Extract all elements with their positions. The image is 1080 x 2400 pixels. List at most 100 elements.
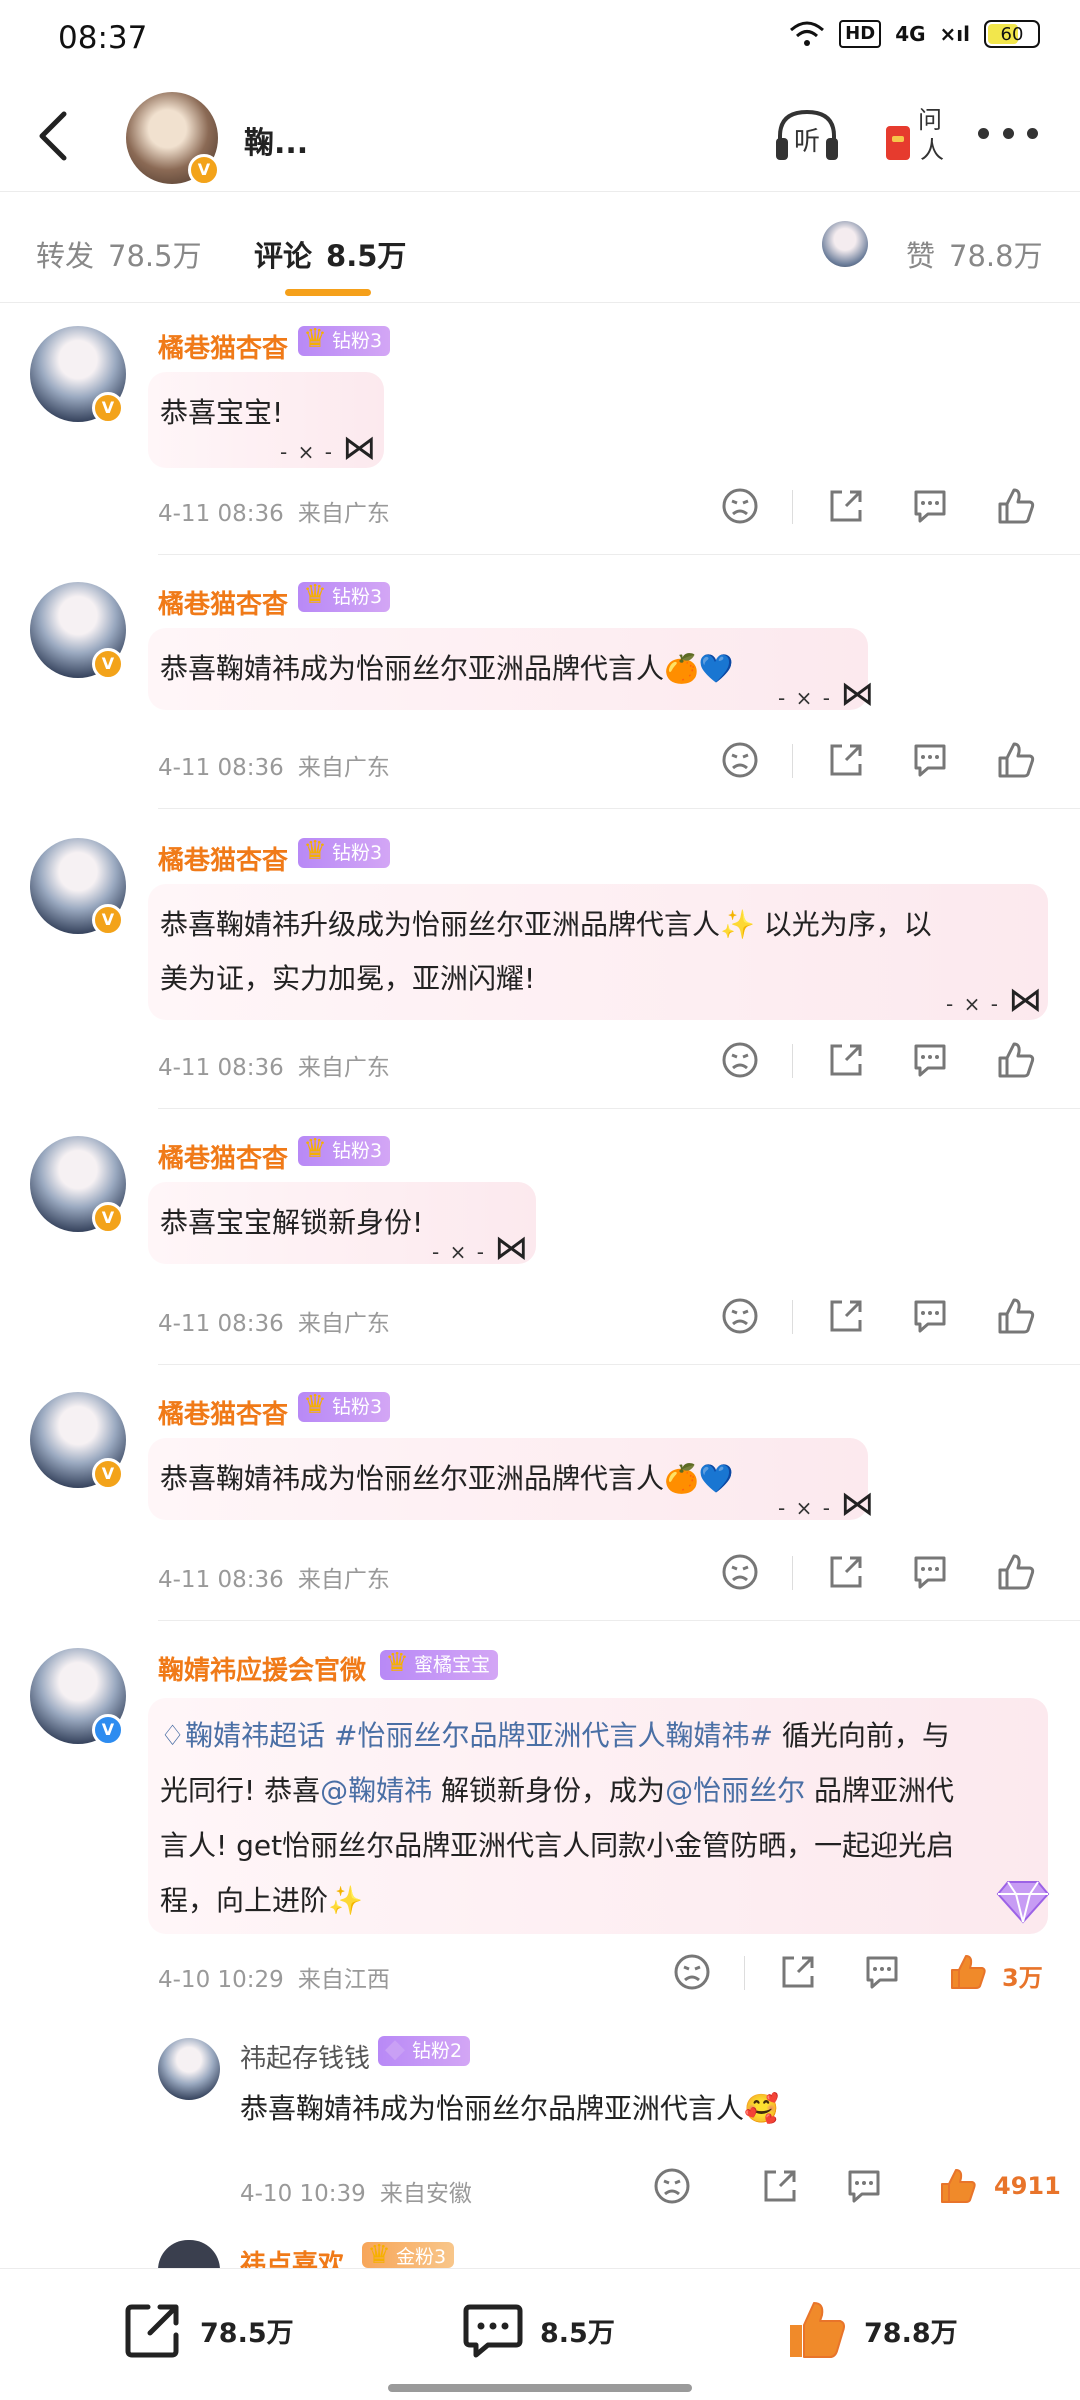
like-count: 3万 <box>1002 1964 1043 1992</box>
reply-user-name[interactable]: 祎点喜欢 <box>240 2244 344 2268</box>
share-icon[interactable] <box>826 486 866 526</box>
reply-user-name[interactable]: 祎起存钱钱 <box>240 2038 370 2075</box>
fan-level-badge[interactable]: ♛ 钻粉3 <box>298 1134 391 1166</box>
share-icon[interactable] <box>760 2166 800 2206</box>
comment-meta: 4-11 08:36 来自广东 <box>158 1311 390 1337</box>
crown-icon: ♛ <box>303 324 327 354</box>
post-tabs: 转发 78.5万 评论 8.5万 赞 78.8万 <box>0 193 1080 303</box>
reply-avatar[interactable] <box>158 2038 220 2100</box>
hd-icon: HD <box>839 20 882 48</box>
crown-icon: ♛ <box>303 1134 327 1164</box>
mention-link[interactable]: @怡丽丝尔 <box>665 1774 805 1807</box>
hashtag-link[interactable]: #怡丽丝尔品牌亚洲代言人鞠婧祎# <box>334 1719 773 1752</box>
verified-badge-icon: V <box>92 648 124 680</box>
home-indicator <box>388 2384 692 2392</box>
bow-decoration-icon: - × - ⋈ <box>280 428 379 468</box>
supertopic-link[interactable]: 鞠婧祎超话 <box>185 1719 325 1752</box>
share-icon[interactable] <box>826 740 866 780</box>
reply-comment-icon[interactable] <box>910 1040 950 1080</box>
reply-meta: 4-10 10:39 来自安徽 <box>240 2181 472 2207</box>
author-name[interactable]: 鞠... <box>244 118 308 162</box>
comment-meta: 4-11 08:36 来自广东 <box>158 1055 390 1081</box>
status-bar: 08:37 HD 4G ×ıl 60 <box>0 0 1080 80</box>
share-icon[interactable] <box>826 1296 866 1336</box>
diamond-gem-icon <box>996 1881 1050 1924</box>
commenter-name[interactable]: 橘巷猫杏杳 <box>158 328 288 365</box>
verified-badge-icon: V <box>92 1458 124 1490</box>
dislike-face-icon[interactable] <box>720 740 760 780</box>
status-icons: HD 4G ×ıl 60 <box>789 20 1040 48</box>
commenter-name[interactable]: 鞠婧祎应援会官微 <box>158 1650 366 1687</box>
like-thumb-icon-active[interactable] <box>948 1952 988 1992</box>
back-icon[interactable] <box>30 106 80 166</box>
svg-text:听: 听 <box>794 127 820 157</box>
reply-actions: 4911 <box>652 2166 1061 2210</box>
fan-level-badge[interactable]: ♛ 钻粉3 <box>298 836 391 868</box>
crown-icon: ♛ <box>367 2242 391 2268</box>
reply-comment-icon[interactable] <box>910 740 950 780</box>
repost-share-icon <box>125 2304 179 2358</box>
verified-badge-icon: V <box>188 154 220 186</box>
more-options-icon[interactable] <box>978 128 1038 142</box>
fan-level-badge[interactable]: ♛ 金粉3 <box>362 2242 455 2268</box>
comment-bubble-icon <box>463 2304 523 2358</box>
reply-comment-icon[interactable] <box>910 1296 950 1336</box>
liker-avatar <box>822 221 868 267</box>
share-icon[interactable] <box>826 1552 866 1592</box>
comment-meta: 4-11 08:36 来自广东 <box>158 501 390 527</box>
reply-comment-icon[interactable] <box>910 486 950 526</box>
tab-repost[interactable]: 转发 78.5万 <box>36 233 202 275</box>
fan-level-badge[interactable]: ♛ 蜜橘宝宝 <box>380 1648 499 1680</box>
svg-text:问: 问 <box>918 106 942 134</box>
verified-badge-icon: V <box>92 1202 124 1234</box>
verified-badge-icon: V <box>92 904 124 936</box>
signal-off-icon: ×ıl <box>939 22 970 46</box>
dislike-face-icon[interactable] <box>720 1552 760 1592</box>
dislike-face-icon[interactable] <box>720 1296 760 1336</box>
reply-comment-icon[interactable] <box>844 2166 884 2206</box>
share-icon[interactable] <box>826 1040 866 1080</box>
commenter-name[interactable]: 橘巷猫杏杳 <box>158 584 288 621</box>
like-thumb-icon-active[interactable] <box>938 2166 978 2206</box>
like-thumb-icon[interactable] <box>996 1040 1036 1080</box>
comment-text-bubble: 恭喜鞠婧祎成为怡丽丝尔亚洲品牌代言人🍊💙 <box>148 628 868 710</box>
commenter-name[interactable]: 橘巷猫杏杳 <box>158 1394 288 1431</box>
dislike-face-icon[interactable] <box>672 1952 712 1992</box>
bow-decoration-icon: - × - ⋈ <box>778 1484 877 1524</box>
fan-level-badge[interactable]: ◆ 钻粉2 <box>378 2034 471 2066</box>
fan-level-badge[interactable]: ♛ 钻粉3 <box>298 324 391 356</box>
wifi-icon <box>790 21 825 46</box>
crown-icon: ♛ <box>385 1648 409 1678</box>
like-thumb-icon[interactable] <box>996 740 1036 780</box>
dislike-face-icon[interactable] <box>652 2166 692 2206</box>
tab-comment[interactable]: 评论 8.5万 <box>254 233 406 275</box>
like-thumb-icon[interactable] <box>996 1296 1036 1336</box>
like-count: 4911 <box>994 2172 1061 2200</box>
comment-actions <box>720 1040 1040 1084</box>
like-thumb-icon[interactable] <box>996 1552 1036 1592</box>
tab-like[interactable]: 赞 78.8万 <box>906 233 1043 275</box>
dislike-face-icon[interactable] <box>720 1040 760 1080</box>
mention-link[interactable]: @鞠婧祎 <box>320 1774 432 1807</box>
diamond-icon: ◆ <box>385 2034 405 2064</box>
reply-comment-icon[interactable] <box>910 1552 950 1592</box>
ask-person-icon[interactable]: 问 人 <box>880 102 950 168</box>
comment-meta: 4-11 08:36 来自广东 <box>158 755 390 781</box>
signal-icon: 4G <box>895 22 926 46</box>
svg-text:人: 人 <box>920 136 944 164</box>
comment-actions <box>720 1296 1040 1340</box>
commenter-name[interactable]: 橘巷猫杏杳 <box>158 840 288 877</box>
fan-level-badge[interactable]: ♛ 钻粉3 <box>298 1390 391 1422</box>
like-button[interactable]: 78.8万 <box>786 2299 958 2361</box>
like-thumb-icon[interactable] <box>996 486 1036 526</box>
comment-button[interactable]: 8.5万 <box>462 2299 615 2361</box>
listen-headphones-icon[interactable]: 听 <box>772 106 842 166</box>
commenter-name[interactable]: 橘巷猫杏杳 <box>158 1138 288 1175</box>
repost-button[interactable]: 78.5万 <box>122 2299 294 2361</box>
share-icon[interactable] <box>778 1952 818 1992</box>
reply-comment-icon[interactable] <box>862 1952 902 1992</box>
dislike-face-icon[interactable] <box>720 486 760 526</box>
diamond-icon: ♢ <box>160 1719 186 1752</box>
fan-level-badge[interactable]: ♛ 钻粉3 <box>298 580 391 612</box>
reply-avatar[interactable] <box>158 2240 220 2270</box>
